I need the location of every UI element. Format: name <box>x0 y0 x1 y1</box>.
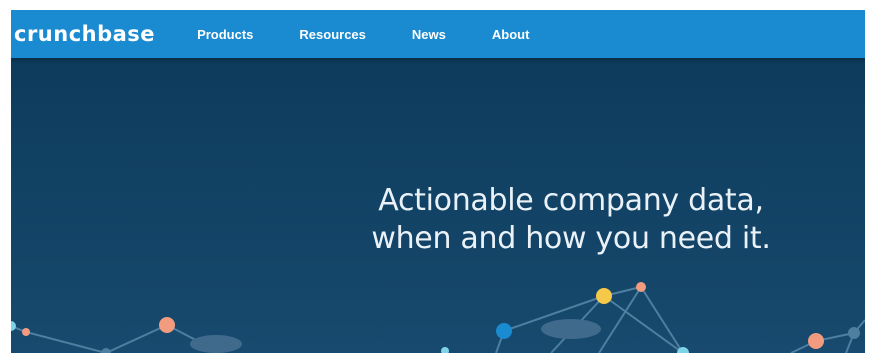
nav-item-resources[interactable]: Resources <box>299 27 365 42</box>
nav-item-news[interactable]: News <box>412 27 446 42</box>
network-blobs <box>190 319 601 353</box>
hero-section: Actionable company data, when and how yo… <box>11 58 865 353</box>
page-frame: crunchbase Products Resources News About <box>11 10 865 353</box>
nav-item-about[interactable]: About <box>492 27 530 42</box>
network-nodes <box>11 282 860 353</box>
crunchbase-logo[interactable]: crunchbase <box>14 22 155 46</box>
network-lines <box>11 286 865 353</box>
hero-headline-line-1: Actionable company data, <box>378 183 764 218</box>
hero-headline-line-2: when and how you need it. <box>371 221 771 256</box>
nav-item-products[interactable]: Products <box>197 27 253 42</box>
top-navigation-bar: crunchbase Products Resources News About <box>11 10 865 58</box>
hero-headline: Actionable company data, when and how yo… <box>311 182 831 258</box>
